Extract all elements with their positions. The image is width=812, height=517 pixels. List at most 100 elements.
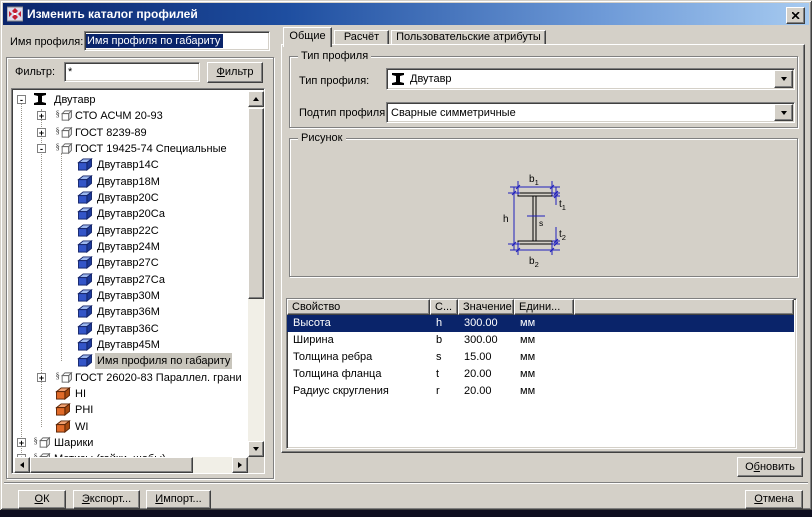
- prop-name: Толщина фланца: [293, 366, 381, 383]
- tree-item[interactable]: Двутавр14С: [14, 157, 248, 173]
- tree-item[interactable]: + Шарики: [14, 435, 248, 451]
- profile-subtype-dropdown-button[interactable]: [774, 104, 793, 121]
- table-row-height[interactable]: Высота h 300.00 мм: [287, 315, 794, 332]
- screen: Изменить каталог профилей Имя профиля: И…: [0, 0, 812, 517]
- title-bar[interactable]: Изменить каталог профилей: [3, 3, 809, 25]
- catalog-section-icon: [33, 436, 51, 449]
- profile-name-input[interactable]: Имя профиля по габариту: [84, 31, 270, 51]
- tree-item[interactable]: Двутавр45М: [14, 337, 248, 353]
- expand-icon[interactable]: +: [37, 111, 46, 120]
- tree-item-label: Двутавр27Са: [95, 272, 167, 288]
- tree-item[interactable]: Двутавр27С: [14, 255, 248, 271]
- tree-vertical-scrollbar[interactable]: [248, 91, 264, 457]
- tree-item[interactable]: - ГОСТ 19425-74 Специальные: [14, 141, 248, 157]
- cancel-accel: О: [754, 493, 763, 505]
- profile-subtype-combobox[interactable]: Сварные симметричные: [386, 102, 795, 123]
- tab-general[interactable]: Общие: [283, 27, 332, 47]
- prop-symbol: r: [436, 383, 440, 400]
- filter-button-rest: ильтр: [225, 66, 254, 78]
- tab-custom-attributes[interactable]: Пользовательские атрибуты: [391, 30, 546, 45]
- profile-type-dropdown-button[interactable]: [774, 70, 793, 88]
- ibeam-profile-icon: [33, 93, 47, 105]
- picture-group-title: Рисунок: [298, 132, 346, 144]
- tree-rows: - Двутавр + СТО АСЧМ 20-93 + ГОСТ 8239-8…: [14, 91, 248, 457]
- tab-calculation[interactable]: Расчёт: [334, 30, 389, 45]
- tree-item[interactable]: Двутавр20Са: [14, 206, 248, 222]
- horizontal-scroll-thumb[interactable]: [30, 457, 193, 473]
- tree-item[interactable]: - Двутавр: [14, 92, 248, 108]
- prop-unit: мм: [520, 383, 535, 400]
- scroll-left-button[interactable]: [14, 457, 30, 473]
- profile-type-field[interactable]: Двутавр: [388, 70, 776, 88]
- web: [533, 196, 536, 241]
- tree-item[interactable]: Двутавр24М: [14, 239, 248, 255]
- profile-blue-cube-icon: [77, 338, 93, 351]
- vertical-scroll-thumb[interactable]: [248, 108, 264, 299]
- column-header-property[interactable]: Свойство: [287, 299, 430, 315]
- ok-button[interactable]: ОК: [18, 490, 66, 509]
- profile-blue-cube-icon: [77, 289, 93, 302]
- filter-button[interactable]: Фильтр: [207, 62, 263, 83]
- collapse-icon[interactable]: -: [37, 144, 46, 153]
- column-header-value[interactable]: Значение: [458, 299, 514, 315]
- update-pre: О: [745, 461, 754, 473]
- ok-accel: О: [35, 493, 44, 505]
- close-icon: [792, 12, 800, 19]
- app-icon: [7, 6, 23, 22]
- tree-item[interactable]: Двутавр30М: [14, 288, 248, 304]
- tree-item-label: Двутавр30М: [95, 288, 162, 304]
- scroll-up-button[interactable]: [248, 91, 264, 107]
- dim-label-t1: t1: [559, 199, 566, 212]
- window-title: Изменить каталог профилей: [27, 7, 198, 21]
- profile-blue-cube-icon: [77, 273, 93, 286]
- expand-icon[interactable]: +: [37, 373, 46, 382]
- collapse-icon[interactable]: -: [17, 95, 26, 104]
- column-header-label: Свойство: [292, 301, 340, 313]
- profile-blue-cube-icon: [77, 224, 93, 237]
- tree-item[interactable]: Двутавр27Са: [14, 272, 248, 288]
- column-header-label: С...: [435, 301, 452, 313]
- tree-item-label: Двутавр22С: [95, 223, 161, 239]
- tree-item[interactable]: Двутавр20С: [14, 190, 248, 206]
- scroll-right-button[interactable]: [232, 457, 248, 473]
- table-row-flange-thickness[interactable]: Толщина фланца t 20.00 мм: [287, 366, 794, 383]
- tree-item-label: Двутавр36М: [95, 304, 162, 320]
- tree-horizontal-scrollbar[interactable]: [14, 457, 248, 473]
- tree-item[interactable]: HI: [14, 386, 248, 402]
- column-header-units[interactable]: Едини...: [514, 299, 574, 315]
- expand-icon[interactable]: +: [37, 128, 46, 137]
- prop-name: Радиус скругления: [293, 383, 389, 400]
- tree-item[interactable]: + ГОСТ 26020-83 Параллел. грани: [14, 370, 248, 386]
- profile-type-combobox[interactable]: Двутавр: [386, 68, 795, 90]
- scroll-down-icon: [253, 447, 259, 454]
- column-header-symbol[interactable]: С...: [430, 299, 458, 315]
- catalog-section-icon: [55, 142, 73, 155]
- dim-label-s: s: [539, 218, 543, 228]
- table-row-web-thickness[interactable]: Толщина ребра s 15.00 мм: [287, 349, 794, 366]
- expand-icon[interactable]: +: [17, 438, 26, 447]
- column-header-label: Едини...: [519, 301, 560, 313]
- update-button[interactable]: Обновить: [737, 457, 803, 477]
- filter-input[interactable]: *: [64, 62, 200, 82]
- tree-item[interactable]: + ГОСТ 8239-89: [14, 125, 248, 141]
- tree-item[interactable]: Двутавр36М: [14, 304, 248, 320]
- close-button[interactable]: [786, 7, 805, 24]
- profile-subtype-field[interactable]: Сварные симметричные: [388, 104, 776, 121]
- cancel-button[interactable]: Отмена: [745, 490, 803, 509]
- export-button[interactable]: Экспорт...: [73, 490, 140, 509]
- tree-item[interactable]: Двутавр36С: [14, 321, 248, 337]
- table-row-width[interactable]: Ширина b 300.00 мм: [287, 332, 794, 349]
- tree-item[interactable]: WI: [14, 419, 248, 435]
- tree-item-label: Имя профиля по габариту: [95, 353, 232, 369]
- scroll-down-button[interactable]: [248, 441, 264, 457]
- table-row-fillet-radius[interactable]: Радиус скругления r 20.00 мм: [287, 383, 794, 400]
- tree-item[interactable]: PHI: [14, 402, 248, 418]
- ok-rest: К: [43, 493, 49, 505]
- tree-item-label: PHI: [73, 402, 95, 418]
- tree-item[interactable]: Двутавр18М: [14, 174, 248, 190]
- tree-item-selected[interactable]: Имя профиля по габариту: [14, 353, 248, 369]
- import-button[interactable]: Импорт...: [146, 490, 211, 509]
- tree-item[interactable]: Двутавр22С: [14, 223, 248, 239]
- tree-item[interactable]: + СТО АСЧМ 20-93: [14, 108, 248, 124]
- tree-item-label: Двутавр20Са: [95, 206, 167, 222]
